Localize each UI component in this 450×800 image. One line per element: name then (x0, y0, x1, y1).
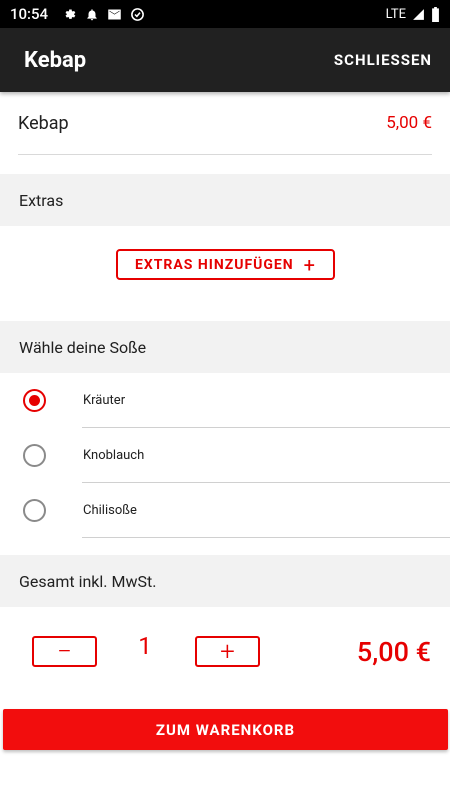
network-type: LTE (385, 6, 406, 22)
total-price: 5,00 € (356, 636, 431, 668)
sauce-option-label: Chilisoße (83, 503, 137, 518)
add-to-cart-button[interactable]: ZUM WARENKORB (3, 709, 448, 750)
sauce-option-label: Kräuter (83, 393, 126, 408)
signal-icon (413, 8, 424, 20)
battery-icon (432, 6, 439, 22)
sauce-option-knoblauch[interactable]: Knoblauch (0, 428, 450, 483)
sync-circle-icon (131, 7, 144, 21)
radio-unchecked-icon[interactable] (23, 499, 46, 522)
settings-icon (65, 9, 76, 19)
app-bar: Kebap SCHLIESSEN (0, 28, 450, 92)
product-row: Kebap 5,00 € (18, 92, 432, 155)
status-bar: 10:54 LTE (0, 0, 450, 28)
sauce-section-header: Wähle deine Soße (0, 321, 450, 373)
radio-checked-icon[interactable] (23, 389, 46, 412)
product-name: Kebap (18, 112, 69, 134)
product-price: 5,00 € (386, 113, 432, 133)
status-time: 10:54 (10, 5, 49, 23)
close-button[interactable]: SCHLIESSEN (334, 51, 432, 69)
status-icons (62, 7, 145, 22)
radio-unchecked-icon[interactable] (23, 444, 46, 467)
sauce-option-kraeuter[interactable]: Kräuter (0, 373, 450, 428)
extras-section-header: Extras (0, 174, 450, 226)
status-right: LTE (385, 6, 440, 22)
decrement-button[interactable]: − (32, 636, 97, 667)
quantity-value: 1 (138, 632, 152, 660)
sauce-option-chilisosse[interactable]: Chilisoße (0, 483, 450, 538)
page-title: Kebap (24, 47, 87, 73)
add-extras-button[interactable]: EXTRAS HINZUFÜGEN + (116, 249, 335, 280)
total-section-header: Gesamt inkl. MwSt. (0, 555, 450, 607)
add-extras-label: EXTRAS HINZUFÜGEN (134, 256, 294, 273)
plus-icon: + (303, 252, 317, 277)
increment-button[interactable]: + (195, 636, 260, 667)
notification-bell-icon (87, 8, 97, 20)
sauce-option-label: Knoblauch (83, 448, 145, 463)
mail-icon (108, 9, 121, 19)
divider (82, 537, 450, 538)
